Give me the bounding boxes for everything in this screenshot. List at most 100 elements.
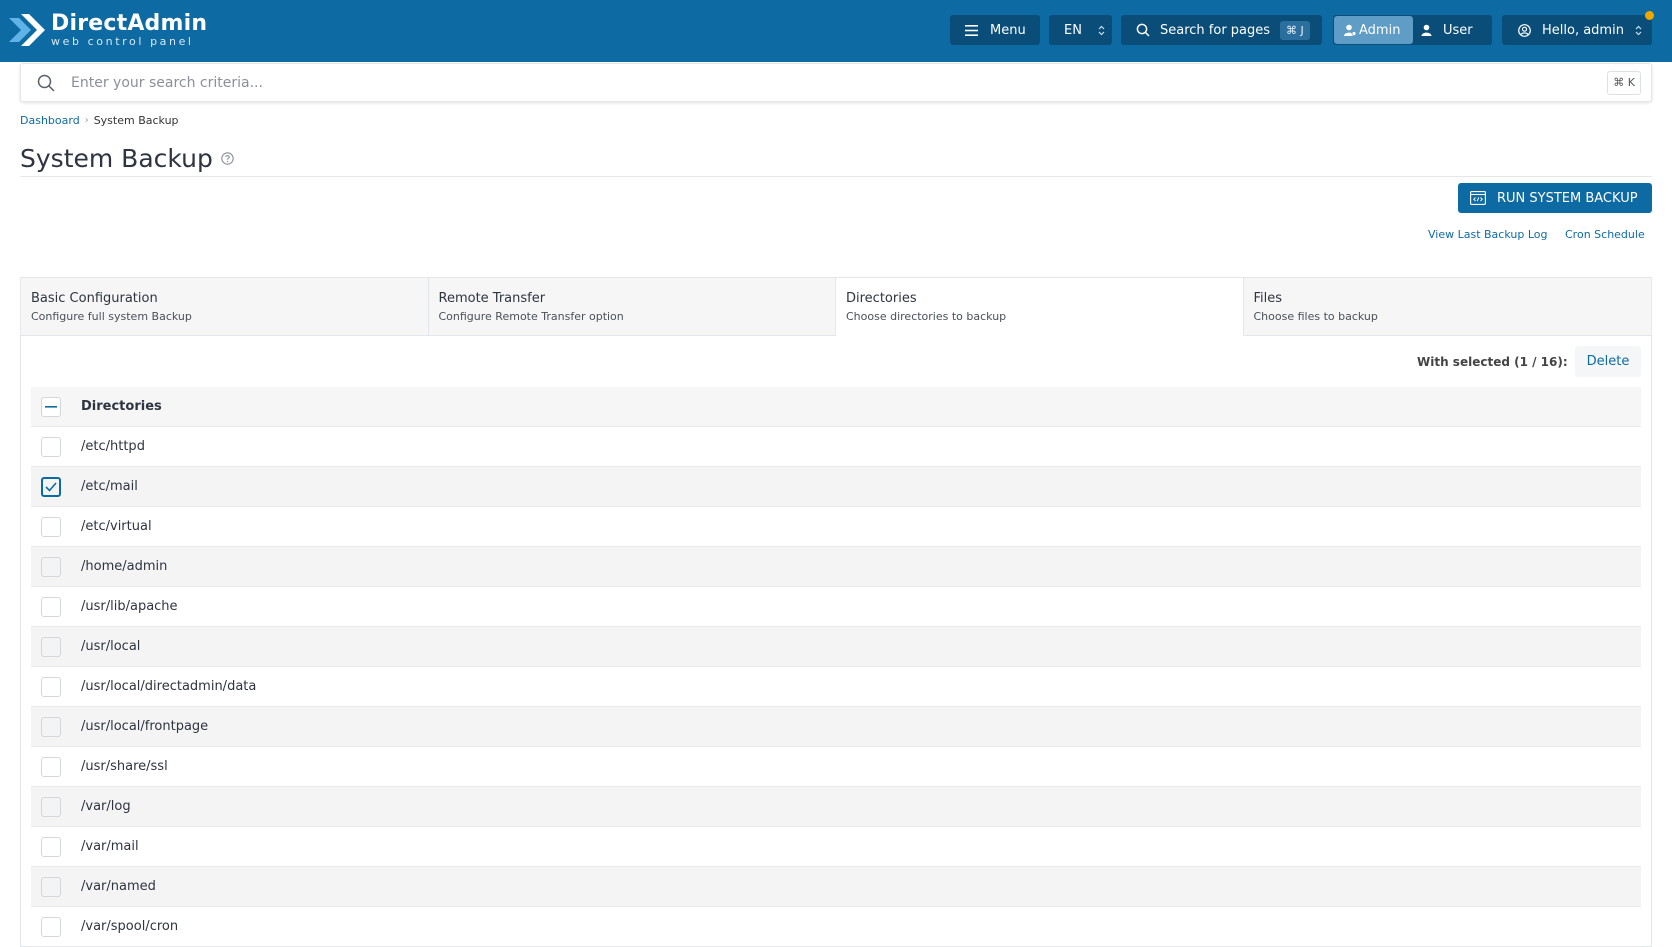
directory-path: /var/named	[81, 879, 156, 894]
tab-title: Files	[1253, 291, 1283, 306]
table-row[interactable]: /var/log	[31, 787, 1641, 827]
tab-title: Directories	[846, 291, 917, 306]
search-input[interactable]: Enter your search criteria... ⌘ K	[20, 63, 1652, 102]
notification-dot	[1645, 11, 1654, 20]
backup-settings-panel: Basic Configuration Configure full syste…	[20, 277, 1652, 947]
tab-files[interactable]: Files Choose files to backup	[1243, 278, 1651, 336]
language-select[interactable]: EN	[1049, 15, 1112, 45]
select-all-checkbox[interactable]	[41, 396, 61, 417]
table-row[interactable]: /usr/local	[31, 627, 1641, 667]
table-header-row: Directories	[31, 387, 1641, 427]
breadcrumb-current: System Backup	[93, 114, 179, 127]
directory-path: /var/log	[81, 799, 131, 814]
brand-subtitle: web control panel	[51, 35, 194, 48]
role-admin-button[interactable]: Admin	[1334, 16, 1413, 44]
table-row[interactable]: /usr/share/ssl	[31, 747, 1641, 787]
directadmin-logo-icon	[9, 14, 45, 46]
role-switcher: Admin User	[1333, 15, 1492, 45]
tab-subtitle: Choose files to backup	[1253, 310, 1378, 323]
page-title: System Backup	[20, 144, 234, 173]
top-bar: DirectAdmin web control panel Menu EN Se…	[0, 0, 1672, 62]
row-checkbox[interactable]	[41, 476, 61, 497]
directory-path: /var/mail	[81, 839, 139, 854]
row-checkbox[interactable]	[41, 916, 61, 937]
table-row[interactable]: /var/mail	[31, 827, 1641, 867]
tab-subtitle: Configure full system Backup	[31, 310, 192, 323]
row-checkbox[interactable]	[41, 596, 61, 617]
row-checkbox[interactable]	[41, 876, 61, 897]
table-row[interactable]: /etc/httpd	[31, 427, 1641, 467]
run-system-backup-label: RUN SYSTEM BACKUP	[1497, 190, 1638, 206]
chevron-updown-icon	[1098, 25, 1105, 35]
help-icon[interactable]	[221, 152, 234, 165]
delete-button[interactable]: Delete	[1575, 346, 1641, 377]
chevron-updown-icon	[1635, 25, 1642, 35]
tab-basic-configuration[interactable]: Basic Configuration Configure full syste…	[21, 278, 429, 336]
run-system-backup-button[interactable]: RUN SYSTEM BACKUP	[1458, 183, 1652, 213]
directory-path: /etc/virtual	[81, 519, 152, 534]
terminal-window-icon	[1470, 191, 1486, 205]
breadcrumb-separator-icon: ›	[84, 115, 89, 126]
checkmark-icon	[45, 481, 57, 492]
table-row[interactable]: /var/spool/cron	[31, 907, 1641, 947]
table-row[interactable]: /usr/lib/apache	[31, 587, 1641, 627]
row-checkbox[interactable]	[41, 796, 61, 817]
row-checkbox[interactable]	[41, 756, 61, 777]
tab-remote-transfer[interactable]: Remote Transfer Configure Remote Transfe…	[428, 278, 836, 336]
breadcrumb-dashboard-link[interactable]: Dashboard	[20, 114, 80, 127]
account-menu-button[interactable]: Hello, admin	[1502, 15, 1652, 45]
settings-tabs: Basic Configuration Configure full syste…	[21, 278, 1651, 336]
directory-path: /usr/local	[81, 639, 141, 654]
directory-path: /var/spool/cron	[81, 919, 179, 934]
role-admin-label: Admin	[1359, 22, 1401, 38]
table-row[interactable]: /etc/virtual	[31, 507, 1641, 547]
row-checkbox[interactable]	[41, 436, 61, 457]
directory-path: /etc/httpd	[81, 439, 145, 454]
minus-icon	[45, 405, 57, 408]
row-checkbox[interactable]	[41, 636, 61, 657]
directory-path: /usr/local/directadmin/data	[81, 679, 257, 694]
title-divider	[20, 176, 1652, 177]
tab-subtitle: Configure Remote Transfer option	[438, 310, 624, 323]
user-circle-icon	[1518, 23, 1531, 37]
tab-title: Remote Transfer	[438, 291, 546, 306]
search-icon	[37, 74, 55, 92]
directories-column-header: Directories	[81, 399, 162, 414]
language-label: EN	[1064, 22, 1082, 38]
table-row[interactable]: /usr/local/directadmin/data	[31, 667, 1641, 707]
directory-path: /usr/lib/apache	[81, 599, 178, 614]
directory-path: /usr/local/frontpage	[81, 719, 209, 734]
search-icon	[1136, 23, 1150, 37]
search-placeholder: Enter your search criteria...	[71, 75, 263, 91]
directories-table: Directories /etc/httpd/etc/mail/etc/virt…	[31, 387, 1641, 947]
row-checkbox[interactable]	[41, 836, 61, 857]
directory-path: /home/admin	[81, 559, 168, 574]
row-checkbox[interactable]	[41, 516, 61, 537]
row-checkbox[interactable]	[41, 716, 61, 737]
table-row[interactable]: /usr/local/frontpage	[31, 707, 1641, 747]
search-pages-label: Search for pages	[1160, 22, 1271, 38]
tab-subtitle: Choose directories to backup	[846, 310, 1007, 323]
menu-label: Menu	[990, 22, 1026, 38]
row-checkbox[interactable]	[41, 676, 61, 697]
hamburger-icon	[965, 24, 978, 36]
user-icon	[1421, 24, 1432, 36]
cron-schedule-link[interactable]: Cron Schedule	[1565, 228, 1645, 241]
directadmin-logo[interactable]: DirectAdmin web control panel	[9, 10, 207, 50]
search-shortcut: ⌘ K	[1607, 71, 1641, 95]
view-last-backup-log-link[interactable]: View Last Backup Log	[1428, 228, 1547, 241]
menu-button[interactable]: Menu	[950, 15, 1040, 45]
page-title-text: System Backup	[20, 144, 213, 173]
role-user-label: User	[1443, 22, 1473, 38]
table-row[interactable]: /var/named	[31, 867, 1641, 907]
row-checkbox[interactable]	[41, 556, 61, 577]
tab-directories[interactable]: Directories Choose directories to backup	[836, 278, 1244, 336]
greeting-label: Hello, admin	[1542, 22, 1624, 38]
admin-user-icon	[1344, 24, 1356, 36]
role-user-button[interactable]: User	[1421, 16, 1473, 44]
breadcrumb: Dashboard › System Backup	[20, 114, 179, 127]
tab-title: Basic Configuration	[31, 291, 158, 306]
table-row[interactable]: /home/admin	[31, 547, 1641, 587]
table-row[interactable]: /etc/mail	[31, 467, 1641, 507]
search-pages-button[interactable]: Search for pages ⌘ J	[1121, 15, 1322, 45]
